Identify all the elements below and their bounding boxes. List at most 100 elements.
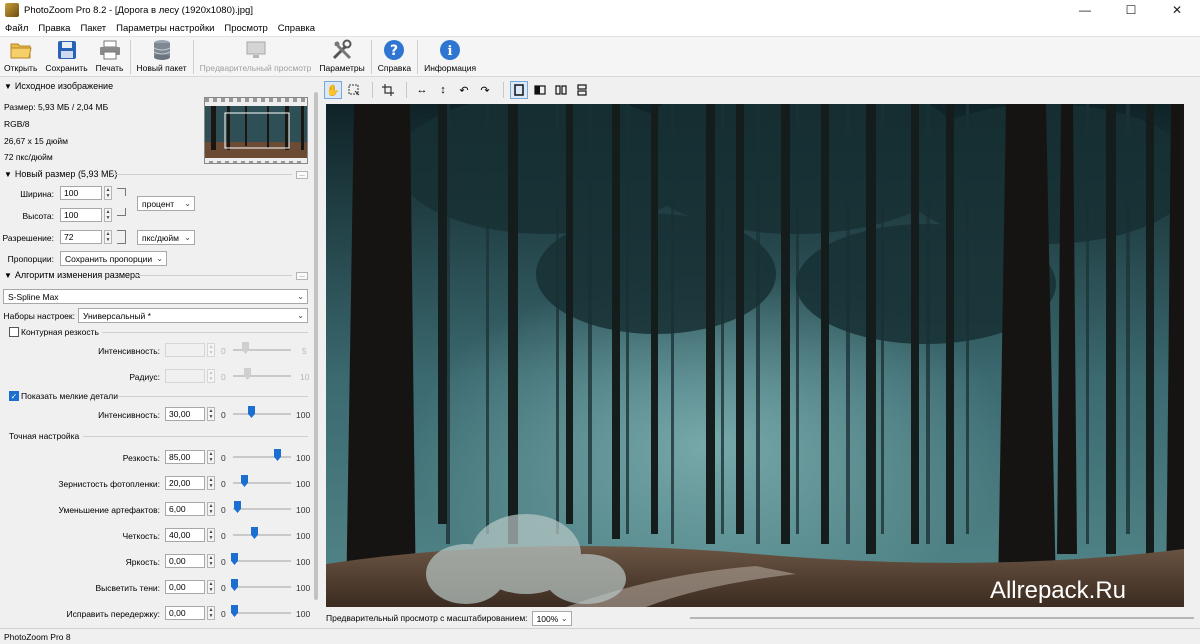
link-bracket-icon bbox=[117, 188, 126, 196]
menu-file[interactable]: Файл bbox=[0, 23, 33, 34]
fine-row-slider[interactable] bbox=[251, 527, 258, 539]
preview-image[interactable]: Allrepack.Ru bbox=[326, 104, 1184, 607]
details-intensity-slider[interactable] bbox=[248, 406, 255, 418]
source-section-header[interactable]: ▼ Исходное изображение bbox=[4, 81, 113, 91]
fine-row-spinner[interactable]: ▲ ▼ bbox=[207, 606, 215, 620]
fine-row-slider[interactable] bbox=[241, 475, 248, 487]
resolution-spinner[interactable]: ▲ ▼ bbox=[104, 230, 112, 244]
height-spinner[interactable]: ▲ ▼ bbox=[104, 208, 112, 222]
algorithm-section-header[interactable]: ▼ Алгоритм изменения размера bbox=[4, 270, 140, 280]
fine-row-input[interactable]: 20,00 bbox=[165, 476, 205, 490]
params-button[interactable]: Параметры bbox=[315, 39, 368, 75]
fine-row-slider[interactable] bbox=[231, 553, 238, 565]
width-spinner[interactable]: ▲ ▼ bbox=[104, 186, 112, 200]
new-size-section-header[interactable]: ▼ Новый размер (5,93 МБ) bbox=[4, 169, 117, 179]
save-button[interactable]: Сохранить bbox=[41, 39, 91, 75]
source-thumbnail[interactable] bbox=[204, 97, 308, 164]
chevron-down-icon: ⌄ bbox=[560, 613, 568, 623]
source-size: Размер: 5,93 МБ / 2,04 МБ bbox=[4, 102, 109, 112]
size-unit-select[interactable]: процент ⌄ bbox=[137, 196, 195, 211]
flip-vertical-button[interactable]: ↕ bbox=[434, 81, 452, 99]
sharp-radius-track[interactable] bbox=[233, 375, 291, 377]
scrollbar-thumb[interactable] bbox=[314, 92, 318, 600]
resolution-unit-select[interactable]: пкс/дюйм ⌄ bbox=[137, 230, 195, 245]
details-intensity-input[interactable]: 30,00 bbox=[165, 407, 205, 421]
fine-row-spinner[interactable]: ▲ ▼ bbox=[207, 580, 215, 594]
stacked-view-button[interactable] bbox=[573, 81, 591, 99]
fine-row-input[interactable]: 0,00 bbox=[165, 606, 205, 620]
menu-batch[interactable]: Пакет bbox=[75, 23, 111, 34]
zoom-select[interactable]: 100% ⌄ bbox=[531, 610, 572, 626]
fine-row-slider[interactable] bbox=[274, 449, 281, 461]
proportions-select[interactable]: Сохранить пропорции ⌄ bbox=[60, 251, 167, 266]
selection-tool-button[interactable] bbox=[345, 81, 363, 99]
menu-edit[interactable]: Правка bbox=[33, 23, 75, 34]
horizontal-scrollbar[interactable] bbox=[690, 617, 1194, 619]
stacked-view-icon bbox=[577, 84, 587, 96]
sharp-radius-spinner[interactable]: ▲ ▼ bbox=[207, 369, 215, 383]
panel-scrollbar[interactable] bbox=[312, 78, 320, 628]
fine-row-spinner[interactable]: ▲ ▼ bbox=[207, 502, 215, 516]
fine-row-spinner[interactable]: ▲ ▼ bbox=[207, 450, 215, 464]
fine-row-spinner[interactable]: ▲ ▼ bbox=[207, 554, 215, 568]
details-checkbox[interactable]: ✓ bbox=[9, 391, 19, 401]
new-batch-button[interactable]: Новый пакет bbox=[133, 39, 191, 75]
maximize-button[interactable]: ☐ bbox=[1108, 0, 1154, 20]
menu-view[interactable]: Просмотр bbox=[219, 23, 272, 34]
height-input[interactable]: 100 bbox=[60, 208, 102, 222]
fine-row-input[interactable]: 40,00 bbox=[165, 528, 205, 542]
help-button[interactable]: ? Справка bbox=[374, 39, 415, 75]
open-button[interactable]: Открыть bbox=[0, 39, 41, 75]
separator bbox=[372, 82, 373, 98]
fine-row-track[interactable] bbox=[233, 508, 291, 510]
flip-horizontal-button[interactable]: ↔ bbox=[413, 81, 431, 99]
toolbar-separator bbox=[129, 40, 131, 74]
slider-max: 5 bbox=[302, 346, 307, 356]
close-button[interactable]: ✕ bbox=[1154, 0, 1200, 20]
split-view-button[interactable] bbox=[531, 81, 549, 99]
slider-max: 100 bbox=[296, 557, 311, 567]
preview-button[interactable]: Предварительный просмотр bbox=[196, 39, 316, 75]
print-button[interactable]: Печать bbox=[92, 39, 128, 75]
sharp-intensity-spinner[interactable]: ▲ ▼ bbox=[207, 343, 215, 357]
fine-row-spinner[interactable]: ▲ ▼ bbox=[207, 476, 215, 490]
selection-icon bbox=[348, 84, 360, 96]
details-intensity-spinner[interactable]: ▲ ▼ bbox=[207, 407, 215, 421]
sharp-intensity-input[interactable] bbox=[165, 343, 205, 357]
fine-row-slider[interactable] bbox=[231, 605, 238, 617]
sharp-radius-input[interactable] bbox=[165, 369, 205, 383]
side-by-side-button[interactable] bbox=[552, 81, 570, 99]
fine-row-track[interactable] bbox=[233, 560, 291, 562]
fine-row-track[interactable] bbox=[233, 586, 291, 588]
sharp-intensity-slider[interactable] bbox=[242, 342, 249, 354]
fine-row-track[interactable] bbox=[233, 612, 291, 614]
fine-row-track[interactable] bbox=[233, 456, 291, 458]
algorithm-options-button[interactable]: ... bbox=[296, 272, 308, 280]
presets-select[interactable]: Универсальный * ⌄ bbox=[78, 308, 308, 323]
fine-row-slider[interactable] bbox=[231, 579, 238, 591]
single-view-button[interactable] bbox=[510, 81, 528, 99]
resolution-input[interactable]: 72 bbox=[60, 230, 102, 244]
menu-settings[interactable]: Параметры настройки bbox=[111, 23, 219, 34]
fine-row-slider[interactable] bbox=[234, 501, 241, 513]
hand-tool-button[interactable]: ✋ bbox=[324, 81, 342, 99]
info-button[interactable]: i Информация bbox=[420, 39, 480, 75]
menu-help[interactable]: Справка bbox=[273, 23, 320, 34]
algorithm-select[interactable]: S-Spline Max ⌄ bbox=[3, 289, 308, 304]
minimize-button[interactable]: — bbox=[1062, 0, 1108, 20]
new-size-options-button[interactable]: ... bbox=[296, 171, 308, 179]
crop-tool-button[interactable] bbox=[379, 81, 397, 99]
fine-row-spinner[interactable]: ▲ ▼ bbox=[207, 528, 215, 542]
width-input[interactable]: 100 bbox=[60, 186, 102, 200]
fine-row-track[interactable] bbox=[233, 534, 291, 536]
fine-row-input[interactable]: 85,00 bbox=[165, 450, 205, 464]
rotate-left-button[interactable]: ↶ bbox=[455, 81, 473, 99]
fine-row-input[interactable]: 0,00 bbox=[165, 580, 205, 594]
sharpness-checkbox[interactable] bbox=[9, 327, 19, 337]
details-intensity-track[interactable] bbox=[233, 413, 291, 415]
sharp-radius-slider[interactable] bbox=[244, 368, 251, 380]
fine-row-input[interactable]: 0,00 bbox=[165, 554, 205, 568]
rotate-right-button[interactable]: ↷ bbox=[476, 81, 494, 99]
sharp-intensity-track[interactable] bbox=[233, 349, 291, 351]
fine-row-input[interactable]: 6,00 bbox=[165, 502, 205, 516]
